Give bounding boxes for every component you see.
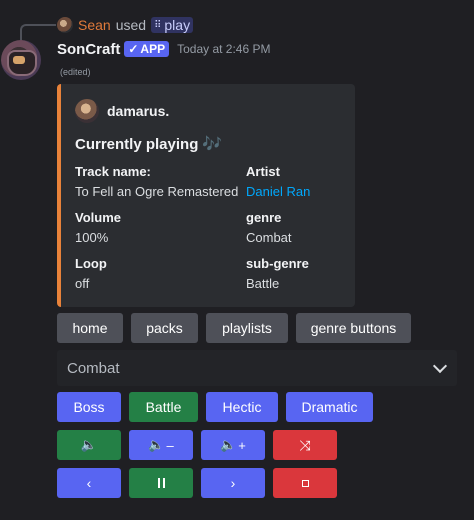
- embed-author: damarus.: [75, 99, 169, 123]
- next-button[interactable]: ›: [201, 468, 265, 498]
- command-icon: ⠿: [154, 19, 162, 31]
- verified-check-icon: ✓: [128, 42, 139, 56]
- field-value: off: [75, 276, 90, 291]
- embed-title: Currently playing 🎶: [75, 134, 222, 154]
- field-artist: Artist Daniel Ran: [246, 164, 310, 199]
- reply-used-text: used: [115, 17, 147, 33]
- playlists-button[interactable]: playlists: [206, 313, 288, 343]
- message-header: SonCraft ✓ APP Today at 2:46 PM: [57, 39, 270, 59]
- field-label: Loop: [75, 256, 107, 271]
- reply-context[interactable]: Sean used ⠿ play: [57, 16, 194, 34]
- app-badge: ✓ APP: [124, 41, 170, 57]
- boss-button[interactable]: Boss: [57, 392, 121, 422]
- field-value: Battle: [246, 276, 280, 291]
- pause-button[interactable]: [129, 468, 193, 498]
- author-avatar: [75, 99, 99, 123]
- artist-link[interactable]: Daniel Ran: [246, 184, 310, 199]
- bot-name[interactable]: SonCraft: [57, 41, 120, 58]
- field-loop: Loop off: [75, 256, 107, 291]
- reply-username[interactable]: Sean: [78, 17, 111, 33]
- now-playing-embed: damarus. Currently playing 🎶 Track name:…: [57, 84, 355, 307]
- embed-title-text: Currently playing: [75, 135, 199, 153]
- field-value: 100%: [75, 230, 109, 245]
- mute-toggle-button[interactable]: 🔈: [57, 430, 121, 460]
- plus-glyph: +: [238, 437, 246, 453]
- chevron-left-icon: ‹: [86, 475, 92, 491]
- visor-graphic: [13, 56, 25, 64]
- pause-icon: [157, 478, 165, 488]
- command-name: play: [164, 17, 191, 33]
- chevron-down-icon: [432, 358, 448, 374]
- volume-up-button[interactable]: 🔈 +: [201, 430, 265, 460]
- genre-select[interactable]: Combat: [57, 350, 457, 386]
- reply-user-avatar[interactable]: [57, 17, 73, 33]
- field-value: Combat: [246, 230, 292, 245]
- home-button[interactable]: home: [57, 313, 123, 343]
- previous-button[interactable]: ‹: [57, 468, 121, 498]
- minus-glyph: –: [166, 437, 174, 453]
- reply-connector: [20, 24, 56, 40]
- field-label: sub-genre: [246, 256, 309, 271]
- field-value: To Fell an Ogre Remastered: [75, 184, 239, 199]
- field-label: Volume: [75, 210, 121, 225]
- musical-notes-icon: 🎶: [202, 136, 223, 153]
- field-genre: genre Combat: [246, 210, 292, 245]
- genre-buttons-button[interactable]: genre buttons: [296, 313, 411, 343]
- field-subgenre: sub-genre Battle: [246, 256, 309, 291]
- message-timestamp[interactable]: Today at 2:46 PM: [177, 42, 270, 56]
- field-label: genre: [246, 210, 282, 225]
- volume-up-icon: 🔈 +: [220, 437, 246, 453]
- stop-icon: [301, 479, 309, 487]
- speaker-glyph: 🔈: [220, 437, 237, 452]
- stop-button[interactable]: [273, 468, 337, 498]
- field-label: Track name:: [75, 164, 151, 179]
- slash-command-mention[interactable]: ⠿ play: [151, 17, 194, 33]
- volume-down-icon: 🔈 –: [148, 437, 173, 453]
- edited-label: (edited): [60, 67, 91, 77]
- hectic-button[interactable]: Hectic: [206, 392, 278, 422]
- dramatic-button[interactable]: Dramatic: [286, 392, 373, 422]
- shuffle-button[interactable]: ⤨: [273, 430, 337, 460]
- speaker-icon: 🔈: [80, 437, 98, 452]
- field-label: Artist: [246, 164, 280, 179]
- volume-down-button[interactable]: 🔈 –: [129, 430, 193, 460]
- author-name: damarus.: [107, 103, 170, 119]
- speaker-glyph: 🔈: [148, 437, 165, 452]
- chevron-right-icon: ›: [230, 475, 236, 491]
- shuffle-icon: ⤨: [299, 436, 311, 453]
- field-volume: Volume 100%: [75, 210, 121, 245]
- field-track-name: Track name: To Fell an Ogre Remastered: [75, 164, 238, 199]
- app-badge-label: APP: [140, 42, 166, 56]
- genre-select-value: Combat: [67, 359, 120, 377]
- bot-avatar[interactable]: [1, 40, 41, 80]
- battle-button[interactable]: Battle: [129, 392, 198, 422]
- packs-button[interactable]: packs: [131, 313, 198, 343]
